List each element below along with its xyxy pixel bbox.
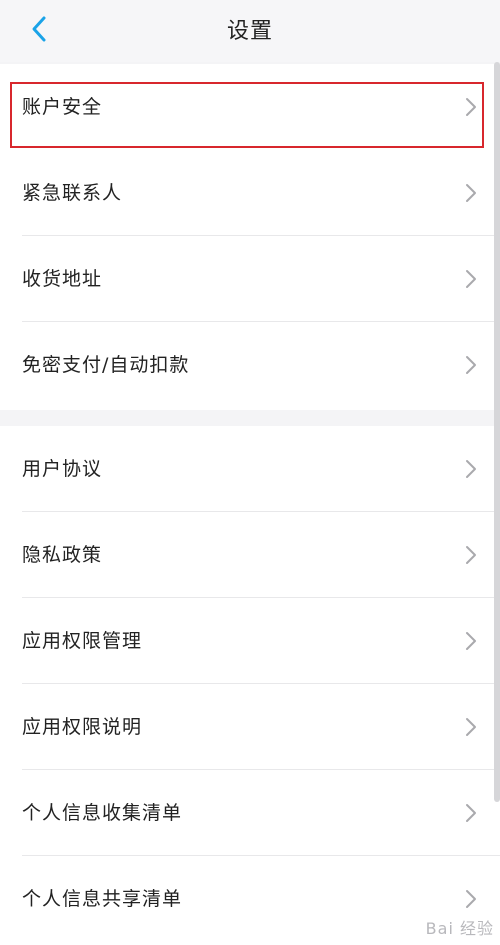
chevron-right-icon [466, 804, 476, 822]
settings-item-emergency-contact[interactable]: 紧急联系人 [0, 150, 500, 236]
settings-item-label: 个人信息共享清单 [22, 888, 183, 910]
settings-item-personal-info-collection[interactable]: 个人信息收集清单 [0, 770, 500, 856]
scrollbar[interactable] [494, 62, 500, 802]
settings-item-label: 紧急联系人 [22, 182, 123, 204]
chevron-right-icon [466, 546, 476, 564]
settings-item-shipping-address[interactable]: 收货地址 [0, 236, 500, 322]
settings-item-label: 个人信息收集清单 [22, 802, 183, 824]
settings-item-label: 隐私政策 [22, 544, 103, 566]
settings-group-account: 账户安全 紧急联系人 收货地址 免密支付/自动扣款 [0, 64, 500, 410]
chevron-right-icon [466, 460, 476, 478]
chevron-right-icon [466, 890, 476, 908]
settings-item-permission-management[interactable]: 应用权限管理 [0, 598, 500, 684]
settings-item-account-security[interactable]: 账户安全 [0, 64, 500, 150]
settings-item-user-agreement[interactable]: 用户协议 [0, 426, 500, 512]
top-bar: 设置 [0, 0, 500, 62]
settings-item-label: 应用权限说明 [22, 716, 143, 738]
settings-item-label: 免密支付/自动扣款 [22, 354, 190, 376]
settings-item-password-free-payment[interactable]: 免密支付/自动扣款 [0, 322, 500, 408]
settings-group-legal: 用户协议 隐私政策 应用权限管理 应用权限说明 个人信息收集清单 个人信息共享清… [0, 426, 500, 945]
watermark: Bai 经验 [425, 919, 494, 938]
chevron-right-icon [466, 718, 476, 736]
chevron-right-icon [466, 632, 476, 650]
settings-item-permission-description[interactable]: 应用权限说明 [0, 684, 500, 770]
chevron-right-icon [466, 270, 476, 288]
settings-item-label: 用户协议 [22, 458, 103, 480]
settings-item-label: 应用权限管理 [22, 630, 143, 652]
page-title: 设置 [226, 19, 273, 44]
chevron-right-icon [466, 356, 476, 374]
chevron-right-icon [466, 184, 476, 202]
settings-item-privacy-policy[interactable]: 隐私政策 [0, 512, 500, 598]
chevron-right-icon [466, 98, 476, 116]
settings-item-label: 收货地址 [22, 268, 103, 290]
settings-item-label: 账户安全 [22, 96, 103, 118]
